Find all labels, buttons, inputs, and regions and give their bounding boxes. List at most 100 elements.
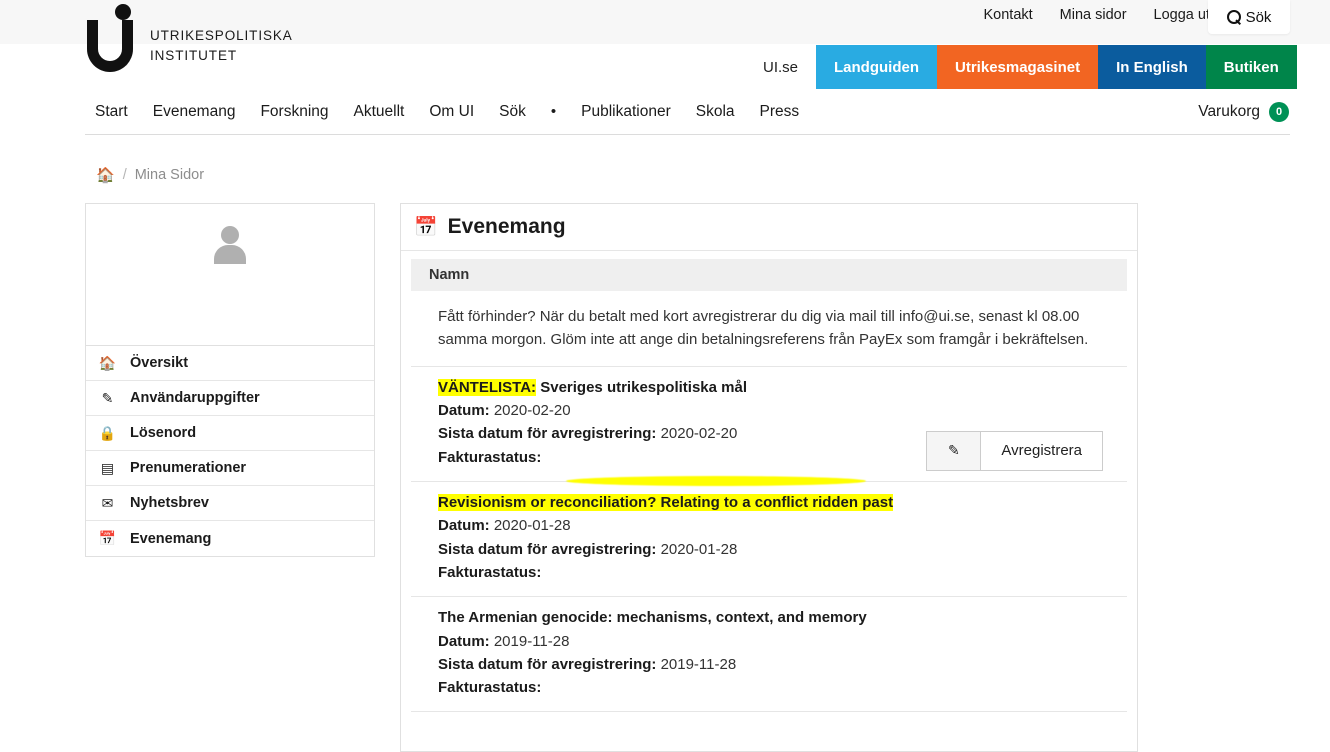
page-root: Kontakt Mina sidor Logga ut Sök UTRIKESP… (0, 0, 1330, 752)
cart-button[interactable]: Varukorg 0 (1198, 89, 1289, 134)
sidebar-item-nyhetsbrev[interactable]: ✉ Nyhetsbrev (86, 486, 374, 521)
envelope-icon: ✉ (101, 494, 114, 511)
home-icon[interactable]: 🏠 (96, 168, 115, 183)
nav-item-publikationer[interactable]: Publikationer (581, 103, 671, 121)
sidebar-item-prenumerationer[interactable]: ▤ Prenumerationer (86, 451, 374, 486)
utility-link-kontakt[interactable]: Kontakt (983, 7, 1032, 23)
label-datum: Datum: (438, 402, 490, 419)
sidebar-item-label: Lösenord (130, 425, 197, 441)
label-sista-datum: Sista datum för avregistrering: (438, 425, 657, 443)
nav-separator-dot: • (550, 103, 557, 120)
event-title: VÄNTELISTA: Sveriges utrikespolitiska må… (438, 377, 1103, 400)
logo-line-1: UTRIKESPOLITISKA (150, 28, 293, 43)
label-fakturastatus: Fakturastatus: (438, 448, 542, 466)
event-sista-datum: Sista datum för avregistrering: 2020-01-… (438, 538, 1103, 561)
sidebar-menu: 🏠 Översikt ✎ Användaruppgifter 🔒 Lösenor… (85, 346, 375, 557)
site-tab-ui-se[interactable]: UI.se (745, 45, 817, 89)
breadcrumb: 🏠 / Mina Sidor (96, 167, 204, 183)
event-datum: Datum: 2019-11-28 (438, 630, 1103, 653)
table-row (411, 712, 1127, 751)
site-tab-utrikesmagasinet[interactable]: Utrikesmagasinet (937, 45, 1099, 89)
value-datum: 2019-11-28 (493, 632, 570, 650)
sidebar-item-label: Nyhetsbrev (130, 495, 209, 511)
unregister-button[interactable]: Avregistrera (980, 430, 1103, 471)
event-title-text: Sveriges utrikespolitiska mål (536, 378, 747, 396)
event-fakturastatus: Fakturastatus: (438, 561, 1103, 584)
payment-notice: Fått förhinder? När du betalt med kort a… (411, 291, 1127, 367)
event-title: The Armenian genocide: mechanisms, conte… (438, 607, 1103, 630)
label-sista-datum: Sista datum för avregistrering: (438, 655, 657, 673)
label-sista-datum: Sista datum för avregistrering: (438, 540, 657, 558)
edit-button[interactable]: ✎ (926, 430, 981, 471)
highlight-smudge (566, 475, 866, 486)
event-datum: Datum: 2020-01-28 (438, 514, 1103, 537)
calendar-icon: 📅 (414, 216, 438, 238)
main-nav-items: Start Evenemang Forskning Aktuellt Om UI… (95, 89, 799, 134)
avatar (85, 203, 375, 346)
nav-item-start[interactable]: Start (95, 103, 128, 121)
value-sista-datum: 2020-02-20 (660, 425, 738, 443)
sidebar-item-evenemang[interactable]: 📅 Evenemang (86, 521, 374, 556)
nav-item-press[interactable]: Press (760, 103, 800, 121)
table-row: The Armenian genocide: mechanisms, conte… (411, 597, 1127, 713)
credit-card-icon: ▤ (100, 459, 115, 476)
nav-item-sok[interactable]: Sök (499, 103, 526, 121)
utility-link-mina-sidor[interactable]: Mina sidor (1060, 7, 1127, 23)
sidebar-item-label: Evenemang (130, 530, 212, 547)
nav-item-om-ui[interactable]: Om UI (429, 103, 474, 121)
utility-nav: Kontakt Mina sidor Logga ut (983, 0, 1210, 30)
main-nav: Start Evenemang Forskning Aktuellt Om UI… (0, 89, 1330, 134)
breadcrumb-current[interactable]: Mina Sidor (135, 167, 204, 183)
ui-u-logo-icon (85, 4, 145, 72)
nav-item-forskning[interactable]: Forskning (260, 103, 328, 121)
site-tabs: UI.se Landguiden Utrikesmagasinet In Eng… (745, 45, 1297, 89)
cart-count-badge: 0 (1269, 101, 1289, 122)
utility-link-logga-ut[interactable]: Logga ut (1154, 7, 1210, 23)
value-sista-datum: 2019-11-28 (660, 655, 737, 673)
event-actions: ✎ Avregistrera (926, 430, 1103, 471)
user-avatar-placeholder-icon (212, 226, 248, 264)
calendar-icon: 📅 (98, 530, 117, 546)
pencil-icon: ✎ (948, 442, 960, 459)
sidebar: 🏠 Översikt ✎ Användaruppgifter 🔒 Lösenor… (85, 203, 375, 557)
sidebar-item-oversikt[interactable]: 🏠 Översikt (86, 346, 374, 381)
nav-item-skola[interactable]: Skola (696, 103, 735, 121)
search-icon (1226, 10, 1241, 24)
value-datum: 2020-01-28 (493, 517, 571, 535)
site-tab-landguiden[interactable]: Landguiden (816, 45, 938, 89)
event-status-prefix: VÄNTELISTA: (438, 378, 537, 396)
panel-header: 📅 Evenemang (401, 204, 1137, 251)
event-title-text: Revisionism or reconciliation? Relating … (438, 493, 894, 511)
value-sista-datum: 2020-01-28 (660, 540, 738, 558)
site-logo[interactable]: UTRIKESPOLITISKA INSTITUTET (85, 4, 293, 72)
sidebar-item-losenord[interactable]: 🔒 Lösenord (86, 416, 374, 451)
label-fakturastatus: Fakturastatus: (438, 563, 542, 581)
home-icon: 🏠 (98, 354, 117, 371)
lock-icon: 🔒 (98, 424, 117, 441)
logo-line-2: INSTITUTET (150, 47, 237, 63)
column-header-namn: Namn (429, 267, 470, 283)
label-datum: Datum: (438, 632, 490, 650)
sidebar-item-label: Användaruppgifter (130, 390, 260, 406)
event-datum: Datum: 2020-02-20 (438, 399, 1103, 422)
events-panel: 📅 Evenemang Namn Fått förhinder? När du … (400, 203, 1138, 752)
nav-item-evenemang[interactable]: Evenemang (153, 103, 236, 121)
label-datum: Datum: (438, 517, 490, 535)
event-title: Revisionism or reconciliation? Relating … (438, 492, 1103, 515)
event-sista-datum: Sista datum för avregistrering: 2019-11-… (438, 653, 1103, 676)
sidebar-item-anvandaruppgifter[interactable]: ✎ Användaruppgifter (86, 381, 374, 416)
nav-divider (85, 134, 1290, 135)
table-row: Revisionism or reconciliation? Relating … (411, 475, 1127, 597)
site-tab-butiken[interactable]: Butiken (1205, 45, 1297, 89)
event-title-text: The Armenian genocide: mechanisms, conte… (438, 609, 867, 626)
search-button[interactable]: Sök (1208, 0, 1290, 34)
sidebar-item-label: Prenumerationer (130, 460, 247, 476)
logo-wordmark: UTRIKESPOLITISKA INSTITUTET (150, 26, 293, 65)
pencil-icon: ✎ (101, 389, 114, 406)
nav-item-aktuellt[interactable]: Aktuellt (354, 103, 405, 121)
sidebar-item-label: Översikt (130, 355, 189, 371)
table-column-header: Namn (411, 259, 1127, 291)
event-fakturastatus: Fakturastatus: (438, 676, 1103, 699)
site-tab-in-english[interactable]: In English (1098, 45, 1206, 89)
breadcrumb-separator: / (122, 167, 127, 183)
